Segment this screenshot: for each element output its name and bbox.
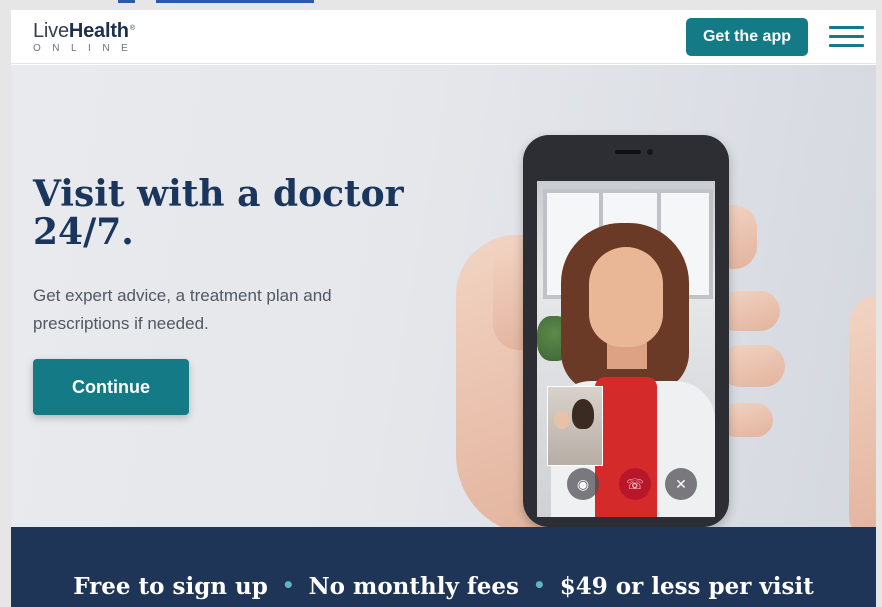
phone-camera: [647, 149, 653, 155]
hero-headline: Visit with a doctor 24/7.: [33, 173, 404, 253]
tab-marker: [118, 0, 135, 3]
phone-speaker: [615, 150, 641, 154]
phone-image: ◉ ☏ ✕: [523, 135, 729, 527]
benefit-item: Free to sign up: [73, 573, 268, 600]
end-call-icon[interactable]: ☏: [619, 468, 651, 500]
continue-button[interactable]: Continue: [33, 359, 189, 415]
hero-section: Visit with a doctor 24/7. Get expert adv…: [11, 65, 876, 545]
page-frame: LiveHealth® ONLINE Get the app Visit wit…: [11, 10, 876, 607]
hamburger-menu-icon[interactable]: [829, 24, 864, 50]
logo-wordmark: LiveHealth®: [33, 20, 135, 42]
separator-dot: •: [281, 573, 295, 597]
mute-icon[interactable]: ✕: [665, 468, 697, 500]
second-hand-image: [849, 295, 876, 545]
browser-top-strip: [0, 0, 882, 10]
logo-subtitle: ONLINE: [33, 43, 140, 54]
benefit-item: No monthly fees: [308, 573, 519, 600]
camera-icon[interactable]: ◉: [567, 468, 599, 500]
doctor-face: [589, 247, 663, 347]
site-header: LiveHealth® ONLINE Get the app: [11, 10, 876, 64]
self-view-thumbnail: [547, 386, 603, 466]
video-call-screen: ◉ ☏ ✕: [537, 181, 715, 517]
livehealth-logo[interactable]: LiveHealth® ONLINE: [33, 20, 139, 55]
benefits-line: Free to sign up • No monthly fees • $49 or l…: [11, 573, 876, 600]
get-the-app-button[interactable]: Get the app: [686, 18, 808, 56]
tab-marker: [156, 0, 314, 3]
benefit-item: $49 or less per visit: [559, 573, 814, 600]
benefits-banner: Free to sign up • No monthly fees • $49 or l…: [11, 527, 876, 607]
hero-subtext: Get expert advice, a treatment plan and …: [33, 286, 332, 333]
separator-dot: •: [532, 573, 546, 597]
